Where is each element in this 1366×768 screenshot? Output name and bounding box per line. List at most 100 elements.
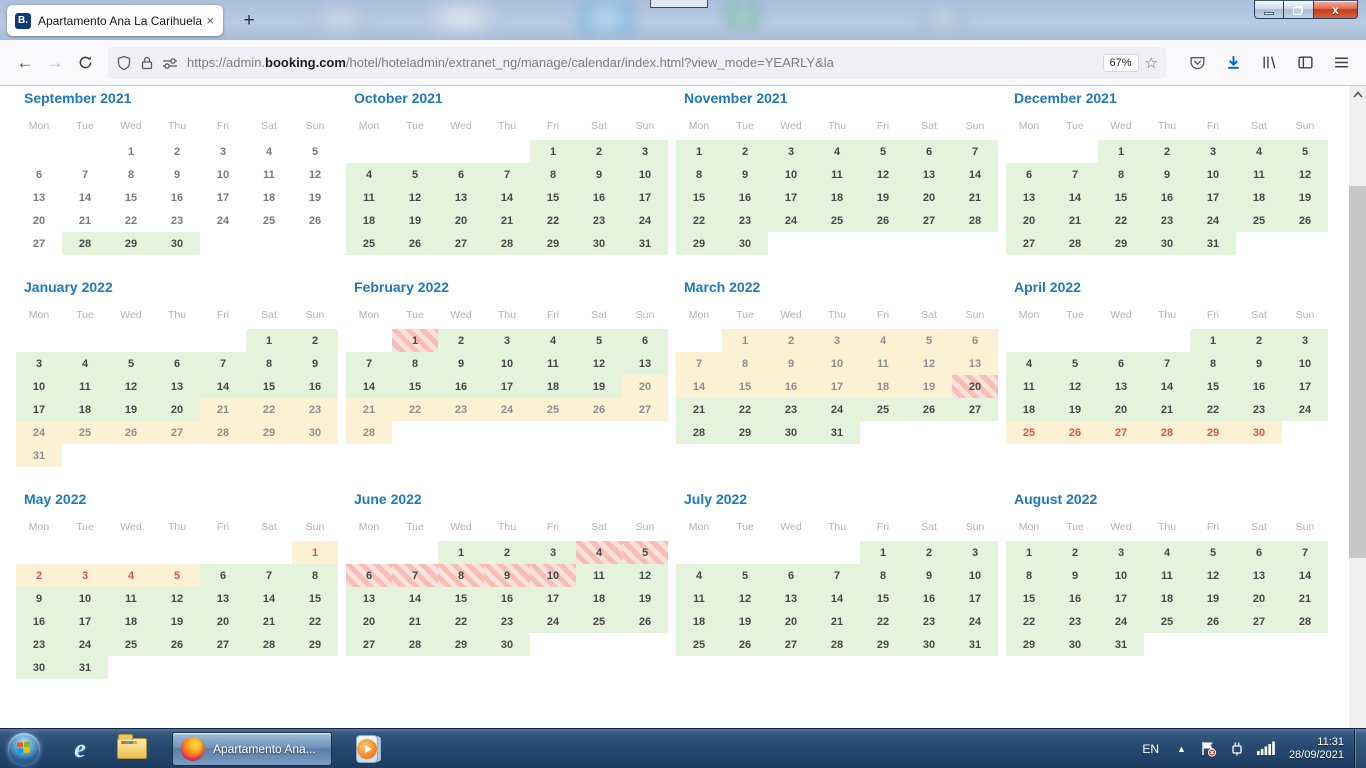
day-cell[interactable]: 17 (1190, 186, 1236, 209)
day-cell[interactable]: 16 (906, 587, 952, 610)
day-cell[interactable]: 3 (1098, 541, 1144, 564)
day-cell[interactable]: 30 (154, 232, 200, 255)
day-cell[interactable]: 10 (1190, 163, 1236, 186)
day-cell[interactable]: 24 (1098, 610, 1144, 633)
day-cell[interactable]: 28 (952, 209, 998, 232)
day-cell[interactable]: 1 (530, 140, 576, 163)
day-cell[interactable]: 18 (108, 610, 154, 633)
day-cell[interactable]: 17 (1282, 375, 1328, 398)
day-cell[interactable]: 11 (814, 163, 860, 186)
day-cell[interactable]: 21 (1144, 398, 1190, 421)
day-cell[interactable]: 17 (622, 186, 668, 209)
day-cell[interactable]: 13 (1098, 375, 1144, 398)
day-cell[interactable]: 21 (346, 398, 392, 421)
day-cell[interactable]: 9 (16, 587, 62, 610)
day-cell[interactable]: 29 (530, 232, 576, 255)
day-cell[interactable]: 3 (200, 140, 246, 163)
day-cell[interactable]: 27 (906, 209, 952, 232)
day-cell[interactable]: 25 (576, 610, 622, 633)
day-cell[interactable]: 29 (292, 633, 338, 656)
tab-close-icon[interactable]: × (203, 13, 217, 28)
day-cell[interactable]: 17 (200, 186, 246, 209)
day-cell[interactable]: 7 (1144, 352, 1190, 375)
day-cell[interactable]: 7 (1052, 163, 1098, 186)
day-cell[interactable]: 12 (292, 163, 338, 186)
day-cell[interactable]: 25 (108, 633, 154, 656)
day-cell[interactable]: 27 (1098, 421, 1144, 444)
day-cell[interactable]: 8 (1190, 352, 1236, 375)
day-cell[interactable]: 23 (576, 209, 622, 232)
day-cell[interactable]: 30 (906, 633, 952, 656)
day-cell[interactable]: 17 (16, 398, 62, 421)
day-cell[interactable]: 27 (1236, 610, 1282, 633)
day-cell[interactable]: 4 (62, 352, 108, 375)
day-cell[interactable]: 14 (246, 587, 292, 610)
day-cell[interactable]: 6 (346, 564, 392, 587)
day-cell[interactable]: 16 (1236, 375, 1282, 398)
bookmark-star-icon[interactable]: ☆ (1145, 54, 1158, 72)
day-cell[interactable]: 19 (622, 587, 668, 610)
day-cell[interactable]: 30 (576, 232, 622, 255)
day-cell[interactable]: 25 (62, 421, 108, 444)
day-cell[interactable]: 29 (438, 633, 484, 656)
day-cell[interactable]: 19 (722, 610, 768, 633)
day-cell[interactable]: 28 (484, 232, 530, 255)
day-cell[interactable]: 21 (200, 398, 246, 421)
day-cell[interactable]: 6 (768, 564, 814, 587)
day-cell[interactable]: 1 (292, 541, 338, 564)
day-cell[interactable]: 14 (392, 587, 438, 610)
day-cell[interactable]: 2 (722, 140, 768, 163)
day-cell[interactable]: 3 (16, 352, 62, 375)
day-cell[interactable]: 19 (392, 209, 438, 232)
reload-button[interactable] (70, 48, 100, 78)
day-cell[interactable]: 1 (392, 329, 438, 352)
day-cell[interactable]: 26 (722, 633, 768, 656)
day-cell[interactable]: 19 (1282, 186, 1328, 209)
day-cell[interactable]: 11 (576, 564, 622, 587)
day-cell[interactable]: 4 (576, 541, 622, 564)
day-cell[interactable]: 12 (860, 163, 906, 186)
day-cell[interactable]: 8 (246, 352, 292, 375)
day-cell[interactable]: 31 (16, 444, 62, 467)
day-cell[interactable]: 5 (154, 564, 200, 587)
day-cell[interactable]: 12 (108, 375, 154, 398)
day-cell[interactable]: 11 (1236, 163, 1282, 186)
day-cell[interactable]: 8 (1006, 564, 1052, 587)
day-cell[interactable]: 10 (952, 564, 998, 587)
day-cell[interactable]: 4 (346, 163, 392, 186)
media-player-button[interactable] (338, 732, 378, 766)
day-cell[interactable]: 19 (292, 186, 338, 209)
day-cell[interactable]: 30 (484, 633, 530, 656)
day-cell[interactable]: 11 (246, 163, 292, 186)
day-cell[interactable]: 24 (814, 398, 860, 421)
day-cell[interactable]: 16 (576, 186, 622, 209)
day-cell[interactable]: 3 (814, 329, 860, 352)
day-cell[interactable]: 2 (768, 329, 814, 352)
day-cell[interactable]: 29 (1098, 232, 1144, 255)
day-cell[interactable]: 6 (622, 329, 668, 352)
library-button[interactable] (1254, 48, 1284, 78)
day-cell[interactable]: 12 (906, 352, 952, 375)
day-cell[interactable]: 1 (438, 541, 484, 564)
day-cell[interactable]: 20 (1098, 398, 1144, 421)
day-cell[interactable]: 14 (200, 375, 246, 398)
day-cell[interactable]: 20 (346, 610, 392, 633)
tray-expand-arrow[interactable]: ▲ (1169, 744, 1194, 754)
day-cell[interactable]: 10 (814, 352, 860, 375)
day-cell[interactable]: 14 (62, 186, 108, 209)
day-cell[interactable]: 5 (1282, 140, 1328, 163)
day-cell[interactable]: 26 (860, 209, 906, 232)
day-cell[interactable]: 13 (1006, 186, 1052, 209)
day-cell[interactable]: 17 (62, 610, 108, 633)
day-cell[interactable]: 15 (1098, 186, 1144, 209)
day-cell[interactable]: 25 (814, 209, 860, 232)
day-cell[interactable]: 1 (722, 329, 768, 352)
day-cell[interactable]: 21 (392, 610, 438, 633)
day-cell[interactable]: 9 (484, 564, 530, 587)
day-cell[interactable]: 9 (292, 352, 338, 375)
day-cell[interactable]: 4 (246, 140, 292, 163)
day-cell[interactable]: 22 (860, 610, 906, 633)
start-button[interactable] (8, 732, 40, 765)
day-cell[interactable]: 30 (1236, 421, 1282, 444)
day-cell[interactable]: 16 (16, 610, 62, 633)
